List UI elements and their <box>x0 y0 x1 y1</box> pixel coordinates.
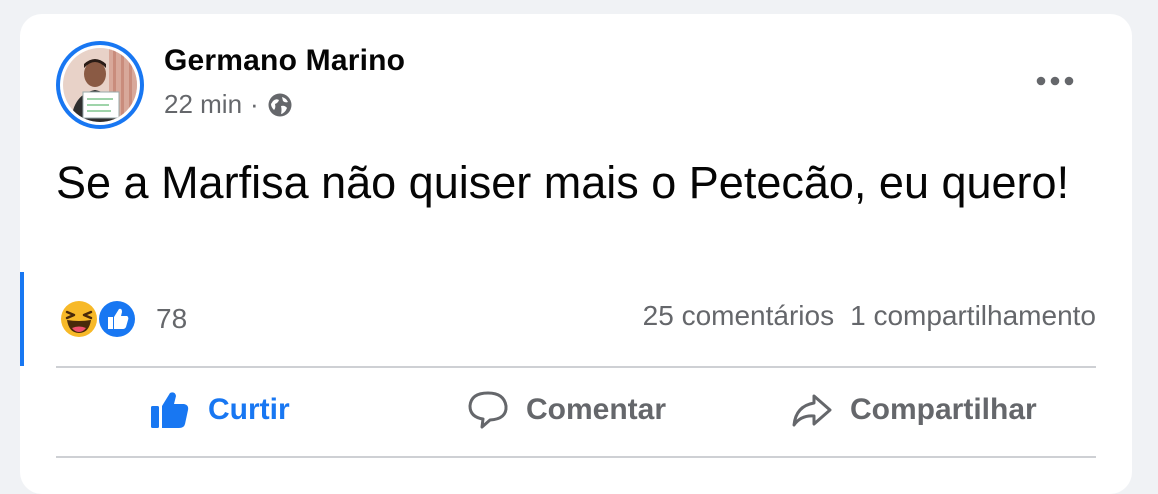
comment-icon <box>466 388 510 432</box>
meta-separator: · <box>250 89 259 119</box>
comment-label: Comentar <box>526 393 667 426</box>
author-name[interactable]: Germano Marino <box>164 44 405 78</box>
post-text: Se a Marfisa não quiser mais o Petecão, … <box>56 157 1070 208</box>
reaction-count: 78 <box>156 303 188 334</box>
reactions-summary[interactable]: 78 <box>58 298 187 340</box>
globe-icon <box>267 92 293 118</box>
like-button[interactable]: Curtir <box>148 388 290 432</box>
share-button[interactable]: Compartilhar <box>790 388 1037 432</box>
post-card: Germano Marino 22 min · Se a Marfisa não… <box>20 14 1132 494</box>
comments-count[interactable]: 25 comentários <box>643 300 834 332</box>
divider-bottom <box>56 456 1096 458</box>
focus-indicator <box>20 272 24 366</box>
share-icon <box>790 388 834 432</box>
post-timestamp[interactable]: 22 min <box>164 89 242 120</box>
like-label: Curtir <box>208 393 290 426</box>
more-options-button[interactable] <box>1030 66 1080 96</box>
thumbs-up-icon <box>148 388 192 432</box>
haha-icon <box>58 298 100 345</box>
post-stats: 25 comentários 1 compartilhamento <box>643 300 1096 332</box>
comment-button[interactable]: Comentar <box>466 388 666 432</box>
divider-top <box>56 366 1096 368</box>
avatar[interactable] <box>56 41 144 129</box>
like-reaction-icon <box>96 298 138 345</box>
post-meta: 22 min · <box>164 89 293 120</box>
shares-count[interactable]: 1 compartilhamento <box>850 300 1096 332</box>
more-icon <box>1036 76 1074 86</box>
share-label: Compartilhar <box>850 393 1037 426</box>
